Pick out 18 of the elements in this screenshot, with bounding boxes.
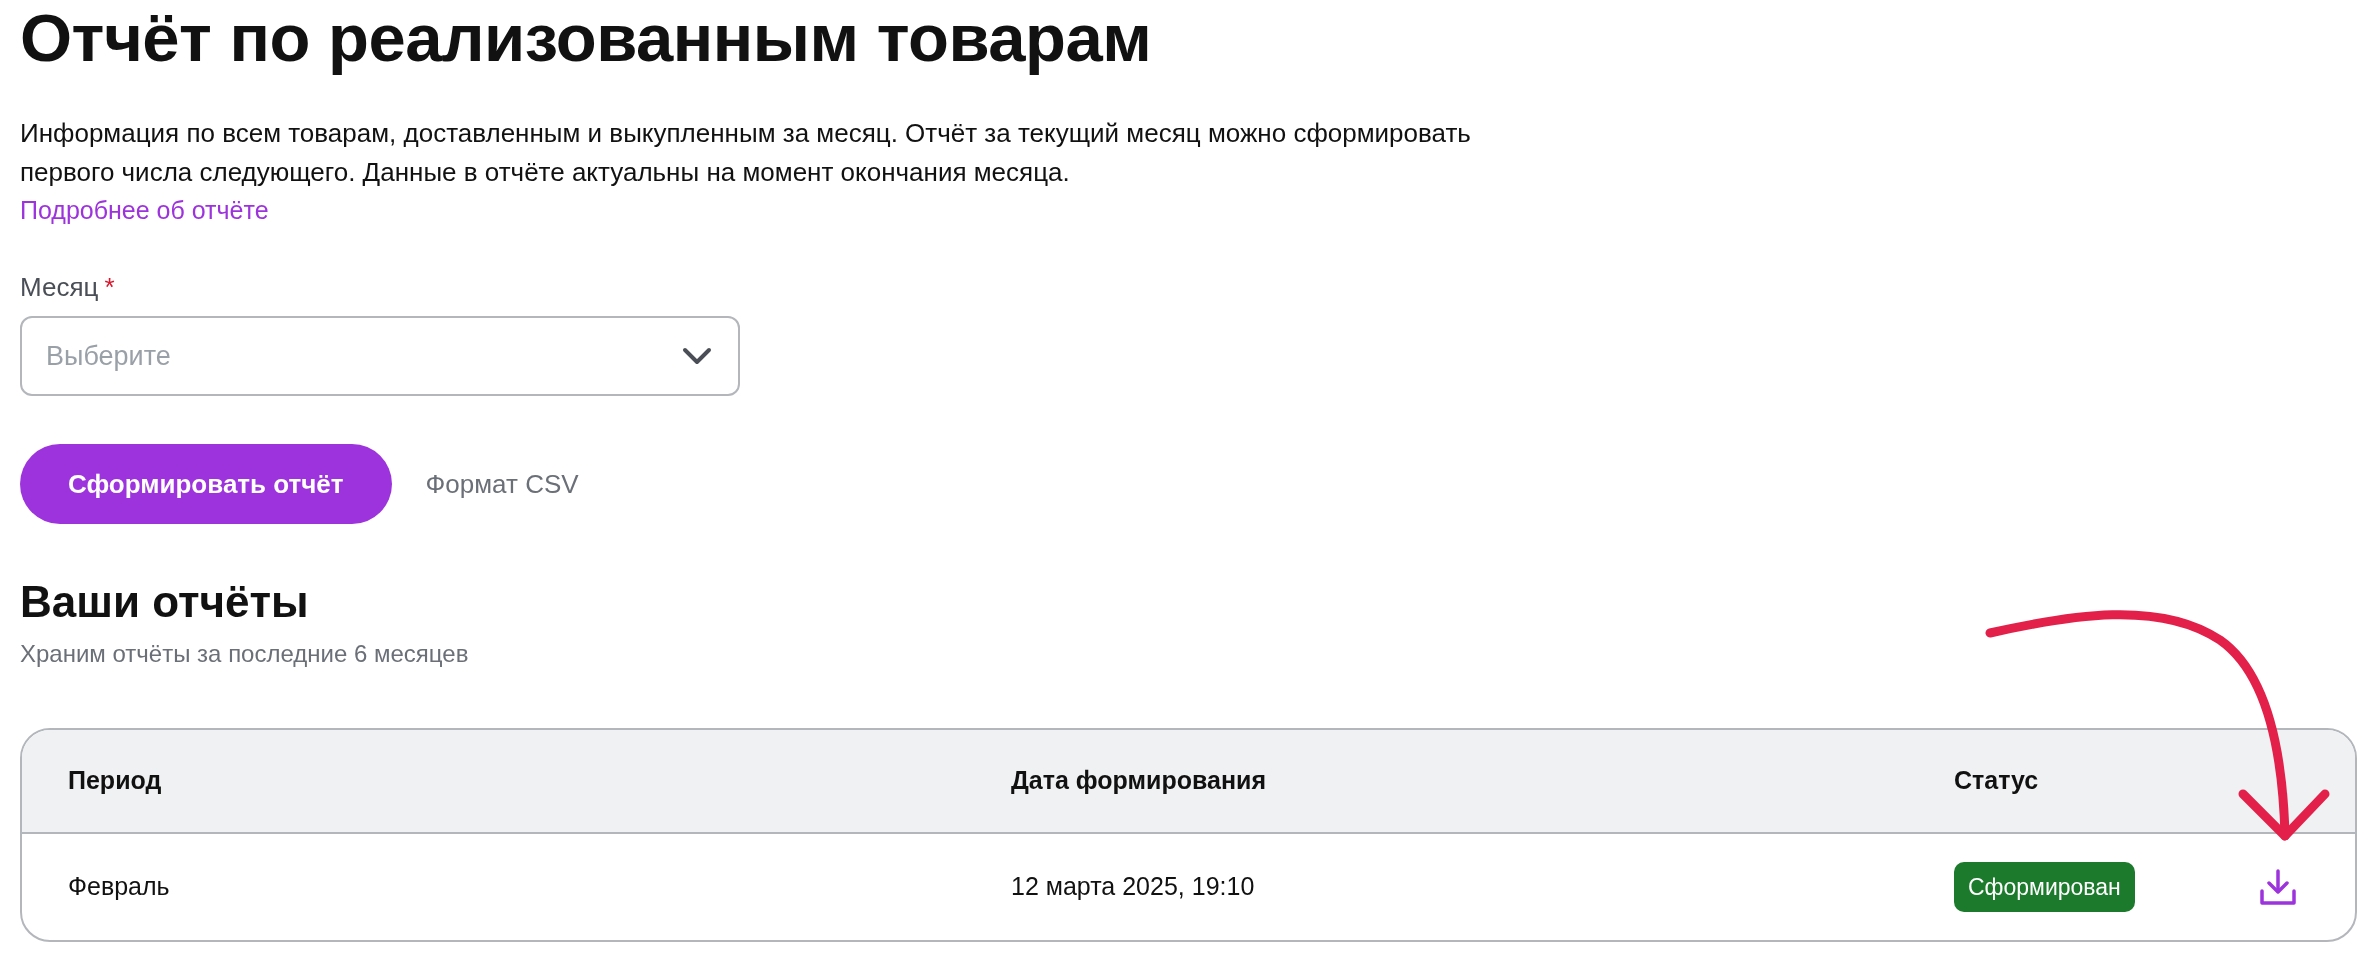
description-text: Информация по всем товарам, доставленным и выкупленным за месяц. Отчёт за текущий месяц можно сформировать первого числа следующего. Данные в отчёте актуальны на момент окончания месяца. (20, 117, 1472, 189)
table-cell-text: 12 марта 2025, 19:10 (1011, 871, 1255, 903)
required-mark: * (104, 272, 115, 302)
generate-report-button[interactable]: Сформировать отчёт (20, 444, 392, 524)
page-title: Отчёт по реализованным товарам (20, 2, 1152, 74)
more-link[interactable]: Подробнее об отчёте (20, 192, 269, 228)
month-select[interactable]: Выберите (20, 316, 740, 396)
column-header: Период (68, 765, 162, 797)
format-note: Формат CSV (425, 467, 579, 501)
field-label: Месяц (20, 272, 99, 302)
column-header: Статус (1954, 765, 2039, 797)
column-header: Дата формирования (1011, 765, 1266, 797)
section-title: Ваши отчёты (20, 576, 310, 628)
status-badge: Сформирован (1954, 861, 2135, 913)
table-cell-text: Февраль (68, 871, 170, 903)
download-icon (2258, 867, 2298, 907)
section-subtitle: Храним отчёты за последние 6 месяцев (20, 639, 470, 669)
chevron-down-icon (682, 347, 712, 365)
